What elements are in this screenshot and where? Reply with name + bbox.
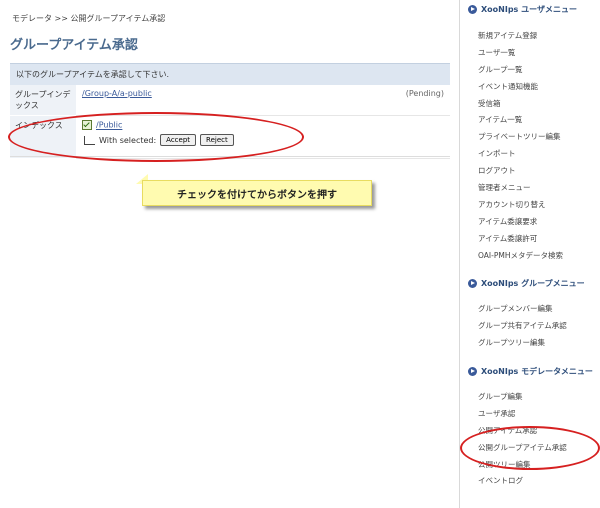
menu-item-event-notify[interactable]: イベント通知機能 bbox=[478, 81, 600, 98]
pending-status: (Pending) bbox=[405, 89, 444, 98]
menu-item-new-item[interactable]: 新規アイテム登録 bbox=[478, 30, 600, 47]
menu-item-oai-pmh[interactable]: OAI-PMHメタデータ検索 bbox=[478, 250, 600, 267]
menu-item-import[interactable]: インポート bbox=[478, 148, 600, 165]
group-index-row: グループインデックス /Group-A/a-public (Pending) bbox=[10, 85, 450, 116]
user-menu-title-text: XooNIps ユーザメニュー bbox=[481, 5, 577, 14]
menu-item-transfer-accept[interactable]: アイテム委譲許可 bbox=[478, 233, 600, 250]
group-menu: XooNIps グループメニュー グループメンバー編集 グループ共有アイテム承認… bbox=[460, 278, 600, 354]
group-menu-title: XooNIps グループメニュー bbox=[468, 278, 600, 289]
moderator-menu-title: XooNIps モデレータメニュー bbox=[468, 366, 600, 377]
breadcrumb: モデレータ >> 公開グループアイテム承認 bbox=[12, 14, 166, 23]
menu-item-group-shared-approve[interactable]: グループ共有アイテム承認 bbox=[478, 320, 600, 337]
menu-item-switch-account[interactable]: アカウント切り替え bbox=[478, 199, 600, 216]
user-menu: XooNIps ユーザメニュー 新規アイテム登録 ユーザ一覧 グループ一覧 イベ… bbox=[460, 4, 600, 266]
menu-item-group-members[interactable]: グループメンバー編集 bbox=[478, 303, 600, 320]
instruction-callout: チェックを付けてからボタンを押す bbox=[142, 180, 372, 206]
page-title: グループアイテム承認 bbox=[10, 38, 138, 53]
menu-item-item-list[interactable]: アイテム一覧 bbox=[478, 114, 600, 131]
circle-arrow-icon bbox=[468, 367, 477, 376]
menu-item-private-tree[interactable]: プライベートツリー編集 bbox=[478, 131, 600, 148]
group-index-label: グループインデックス bbox=[10, 85, 76, 116]
user-menu-title: XooNIps ユーザメニュー bbox=[468, 4, 600, 15]
circle-arrow-icon bbox=[468, 5, 477, 14]
menu-item-event-log[interactable]: イベントログ bbox=[478, 475, 600, 492]
menu-item-user-list[interactable]: ユーザ一覧 bbox=[478, 47, 600, 64]
menu-item-logout[interactable]: ログアウト bbox=[478, 165, 600, 182]
circle-arrow-icon bbox=[468, 279, 477, 288]
menu-item-admin[interactable]: 管理者メニュー bbox=[478, 182, 600, 199]
group-index-link[interactable]: /Group-A/a-public bbox=[82, 89, 152, 98]
menu-item-user-approve[interactable]: ユーザ承認 bbox=[478, 408, 600, 425]
menu-item-transfer-request[interactable]: アイテム委譲要求 bbox=[478, 216, 600, 233]
moderator-menu-title-text: XooNIps モデレータメニュー bbox=[481, 367, 593, 376]
panel-heading: 以下のグループアイテムを承認して下さい. bbox=[10, 63, 450, 85]
highlight-ellipse-sidebar bbox=[460, 426, 600, 470]
menu-item-inbox[interactable]: 受信箱 bbox=[478, 98, 600, 115]
menu-item-group-list[interactable]: グループ一覧 bbox=[478, 64, 600, 81]
menu-item-group-tree[interactable]: グループツリー編集 bbox=[478, 337, 600, 354]
group-menu-title-text: XooNIps グループメニュー bbox=[481, 279, 585, 288]
highlight-ellipse-index bbox=[8, 112, 304, 162]
menu-item-group-edit[interactable]: グループ編集 bbox=[478, 391, 600, 408]
